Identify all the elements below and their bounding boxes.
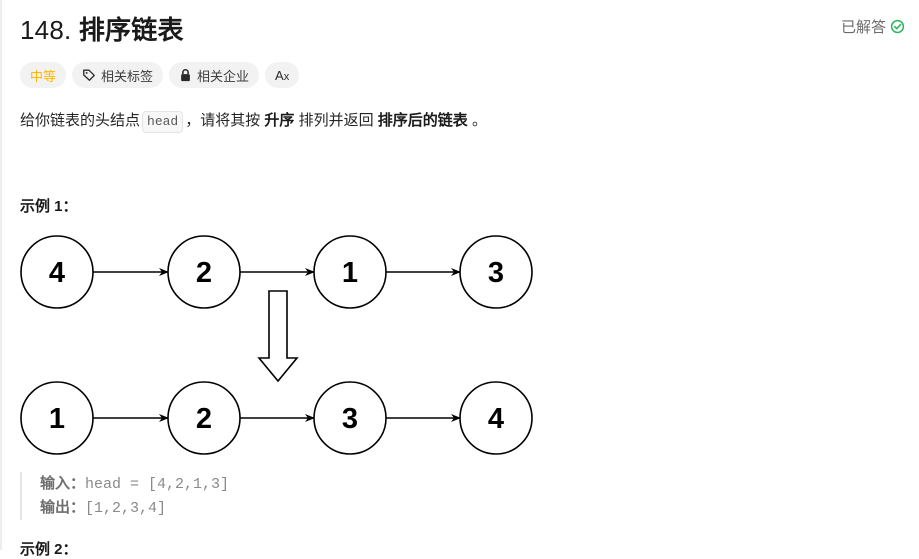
before-node-value: 2 <box>196 257 212 289</box>
lock-icon <box>179 68 192 82</box>
problem-number: 148. <box>20 15 72 45</box>
tag-icon <box>82 68 96 82</box>
desc-bold-sorted-list: 排序后的链表 <box>377 112 468 129</box>
after-node-value: 4 <box>488 403 504 435</box>
panel-left-border <box>0 0 2 550</box>
desc-text: 给你链表的头结点 <box>20 112 141 129</box>
after-node-value: 2 <box>196 403 212 435</box>
related-companies-button[interactable]: 相关企业 <box>169 62 260 88</box>
diagram-row-after: 1 2 3 4 <box>20 381 533 455</box>
translate-icon: Ax <box>275 67 290 83</box>
problem-title: 148. 排序链表 <box>20 10 184 47</box>
input-label: 输入： <box>40 475 86 492</box>
solved-status: 已解答 <box>841 16 905 37</box>
after-node-value: 1 <box>49 403 65 435</box>
linked-list-diagram: 4 2 1 3 1 2 3 4 <box>20 235 533 455</box>
input-value: head = [4,2,1,3] <box>85 476 230 493</box>
output-value: [1,2,3,4] <box>85 500 167 517</box>
example-output-line: 输出：[1,2,3,4] <box>40 496 229 520</box>
difficulty-badge: 中等 <box>20 62 67 88</box>
related-companies-label: 相关企业 <box>197 68 250 84</box>
desc-text: 。 <box>471 112 487 129</box>
desc-bold-ascending: 升序 <box>264 112 295 129</box>
output-label: 输出： <box>40 499 86 516</box>
related-topics-button[interactable]: 相关标签 <box>72 62 164 88</box>
after-node-value: 3 <box>342 403 358 435</box>
related-topics-label: 相关标签 <box>101 68 154 84</box>
before-node-value: 4 <box>49 257 65 289</box>
example-1-io: 输入：head = [4,2,1,3] 输出：[1,2,3,4] <box>20 472 229 520</box>
example-1-title: 示例 1： <box>20 198 78 215</box>
desc-text: 排列并返回 <box>298 112 374 129</box>
example-input-line: 输入：head = [4,2,1,3] <box>40 472 229 496</box>
down-arrow-icon <box>257 290 299 383</box>
solved-label: 已解答 <box>840 19 886 36</box>
example-2-title: 示例 2： <box>20 541 78 558</box>
inline-code-head: head <box>142 111 184 133</box>
desc-text: ，请将其按 <box>185 112 261 129</box>
tag-row: 中等 相关标签 相关企业 Ax <box>20 62 300 88</box>
problem-name: 排序链表 <box>78 15 184 45</box>
problem-description: 给你链表的头结点 head ，请将其按 升序 排列并返回 排序后的链表 。 <box>20 109 487 133</box>
before-node-value: 1 <box>342 257 358 289</box>
difficulty-label: 中等 <box>30 68 57 84</box>
before-node-value: 3 <box>488 257 504 289</box>
check-circle-icon <box>890 19 905 34</box>
translate-button[interactable]: Ax <box>265 62 300 88</box>
